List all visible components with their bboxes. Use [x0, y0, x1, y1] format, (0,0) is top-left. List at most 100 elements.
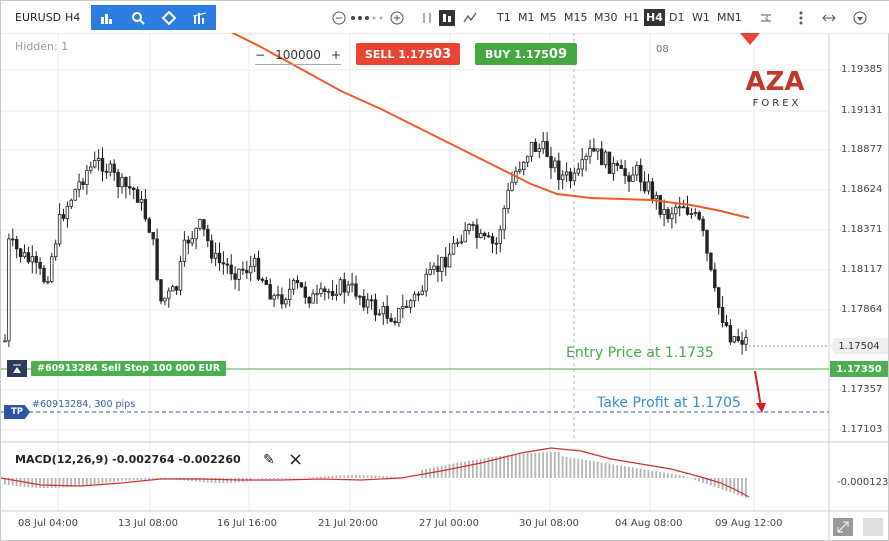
- collapse-button[interactable]: [833, 518, 853, 536]
- macd-bar: [390, 476, 392, 478]
- order-price-tag[interactable]: 1.17350: [830, 361, 888, 377]
- order-label[interactable]: #60913284 Sell Stop 100 000 EUR: [31, 361, 227, 376]
- bar-chart-button[interactable]: [91, 5, 123, 30]
- candle-body: [260, 278, 265, 281]
- candle-body: [650, 181, 655, 200]
- tf-h1[interactable]: H1: [622, 9, 641, 26]
- macd-bar: [140, 478, 143, 481]
- candle-body: [740, 340, 744, 345]
- macd-bar: [343, 475, 346, 478]
- symbol-label[interactable]: EURUSD: [15, 11, 61, 24]
- candle-body: [600, 148, 604, 166]
- more-icon[interactable]: [793, 10, 809, 26]
- candle-body: [666, 209, 670, 220]
- tf-m1[interactable]: M1: [516, 9, 537, 26]
- candle-body: [311, 293, 315, 304]
- macd-bar: [370, 475, 373, 478]
- order-drag-handle[interactable]: [7, 360, 27, 377]
- macd-bar: [592, 461, 595, 478]
- candle-body: [229, 264, 233, 275]
- tf-m15[interactable]: M15: [562, 9, 590, 26]
- macd-bar: [569, 457, 572, 478]
- bars-icon[interactable]: [419, 10, 435, 26]
- macd-bar: [589, 460, 591, 478]
- candle-body: [81, 181, 85, 185]
- macd-bar: [93, 478, 96, 485]
- macd-bar: [682, 475, 685, 478]
- tf-d1[interactable]: D1: [667, 9, 686, 26]
- candle-body: [186, 239, 190, 244]
- quantity-value[interactable]: 100000: [275, 48, 321, 62]
- menu-icon[interactable]: [852, 10, 868, 26]
- tf-m30[interactable]: M30: [592, 9, 620, 26]
- sell-button[interactable]: SELL 1.175 03: [356, 43, 460, 65]
- macd-bar: [686, 477, 689, 478]
- candles-icon[interactable]: [439, 10, 455, 26]
- candle-body: [533, 141, 538, 152]
- macd-bar: [265, 478, 268, 479]
- macd-bar: [456, 462, 459, 478]
- tf-h4[interactable]: H4: [644, 9, 665, 26]
- drawing-button[interactable]: [153, 5, 185, 30]
- entry-price-note: Entry Price at 1.1735: [566, 345, 714, 361]
- candle-body: [155, 238, 159, 281]
- macd-bar: [136, 478, 139, 481]
- macd-bar: [124, 478, 127, 481]
- candle-body: [373, 299, 378, 316]
- decrease-button[interactable]: −: [255, 48, 265, 62]
- tf-t1[interactable]: T1: [495, 9, 513, 26]
- candle-body: [182, 239, 187, 262]
- candle-body: [674, 206, 678, 215]
- drawing-icon: [162, 10, 176, 25]
- macd-bar: [152, 478, 154, 480]
- candle-body: [69, 199, 73, 207]
- close-icon[interactable]: ×: [288, 449, 303, 470]
- macd-bar: [417, 478, 420, 479]
- macd-bar: [550, 452, 552, 478]
- macd-label: MACD(12,26,9) -0.002764 -0.002260: [15, 453, 241, 466]
- candle-body: [404, 306, 409, 308]
- candle-body: [135, 189, 140, 203]
- tf-m5[interactable]: M5: [538, 9, 559, 26]
- macd-bar: [46, 478, 49, 488]
- candle-body: [494, 242, 499, 245]
- quantity-stepper[interactable]: − 100000 +: [255, 45, 341, 65]
- zoom-slider[interactable]: [350, 10, 384, 26]
- tp-badge[interactable]: TP: [4, 405, 30, 419]
- resize-icon[interactable]: [821, 10, 837, 26]
- tf-w1[interactable]: W1: [690, 9, 712, 26]
- candle-body: [428, 269, 432, 275]
- indicator-button[interactable]: [122, 5, 154, 30]
- candle-body: [681, 206, 686, 209]
- macd-bar: [628, 466, 630, 478]
- buy-button[interactable]: BUY 1.175 09: [475, 43, 577, 65]
- candle-body: [744, 337, 748, 345]
- studies-button[interactable]: [184, 5, 216, 30]
- macd-bar: [674, 474, 677, 478]
- candle-body: [381, 305, 385, 315]
- candle-body: [120, 177, 124, 188]
- candle-body: [436, 265, 440, 272]
- hidden-orders-label[interactable]: Hidden: 1: [15, 40, 68, 53]
- settings-icon[interactable]: ¢: [758, 10, 774, 26]
- time-tick: 30 Jul 08:00: [519, 518, 579, 529]
- tf-mn1[interactable]: MN1: [715, 9, 744, 26]
- macd-bar: [651, 470, 654, 478]
- candle-body: [412, 293, 417, 302]
- macd-bar: [511, 454, 513, 478]
- candle-body: [85, 169, 89, 185]
- pencil-icon[interactable]: ✎: [263, 452, 275, 468]
- increase-button[interactable]: +: [331, 48, 341, 62]
- price-tick: 1.17864: [841, 304, 883, 315]
- zoom-in-icon[interactable]: [389, 10, 405, 26]
- scroll-end-button[interactable]: [863, 518, 883, 536]
- period-label[interactable]: H4: [65, 11, 80, 24]
- macd-bar: [39, 478, 41, 488]
- current-price-tag: 1.17504: [830, 338, 888, 354]
- candle-body: [108, 163, 112, 173]
- line-icon[interactable]: [462, 10, 478, 26]
- zoom-out-icon[interactable]: [331, 10, 347, 26]
- macd-bar: [214, 478, 217, 483]
- macd-bar: [530, 452, 533, 478]
- candle-body: [619, 165, 623, 170]
